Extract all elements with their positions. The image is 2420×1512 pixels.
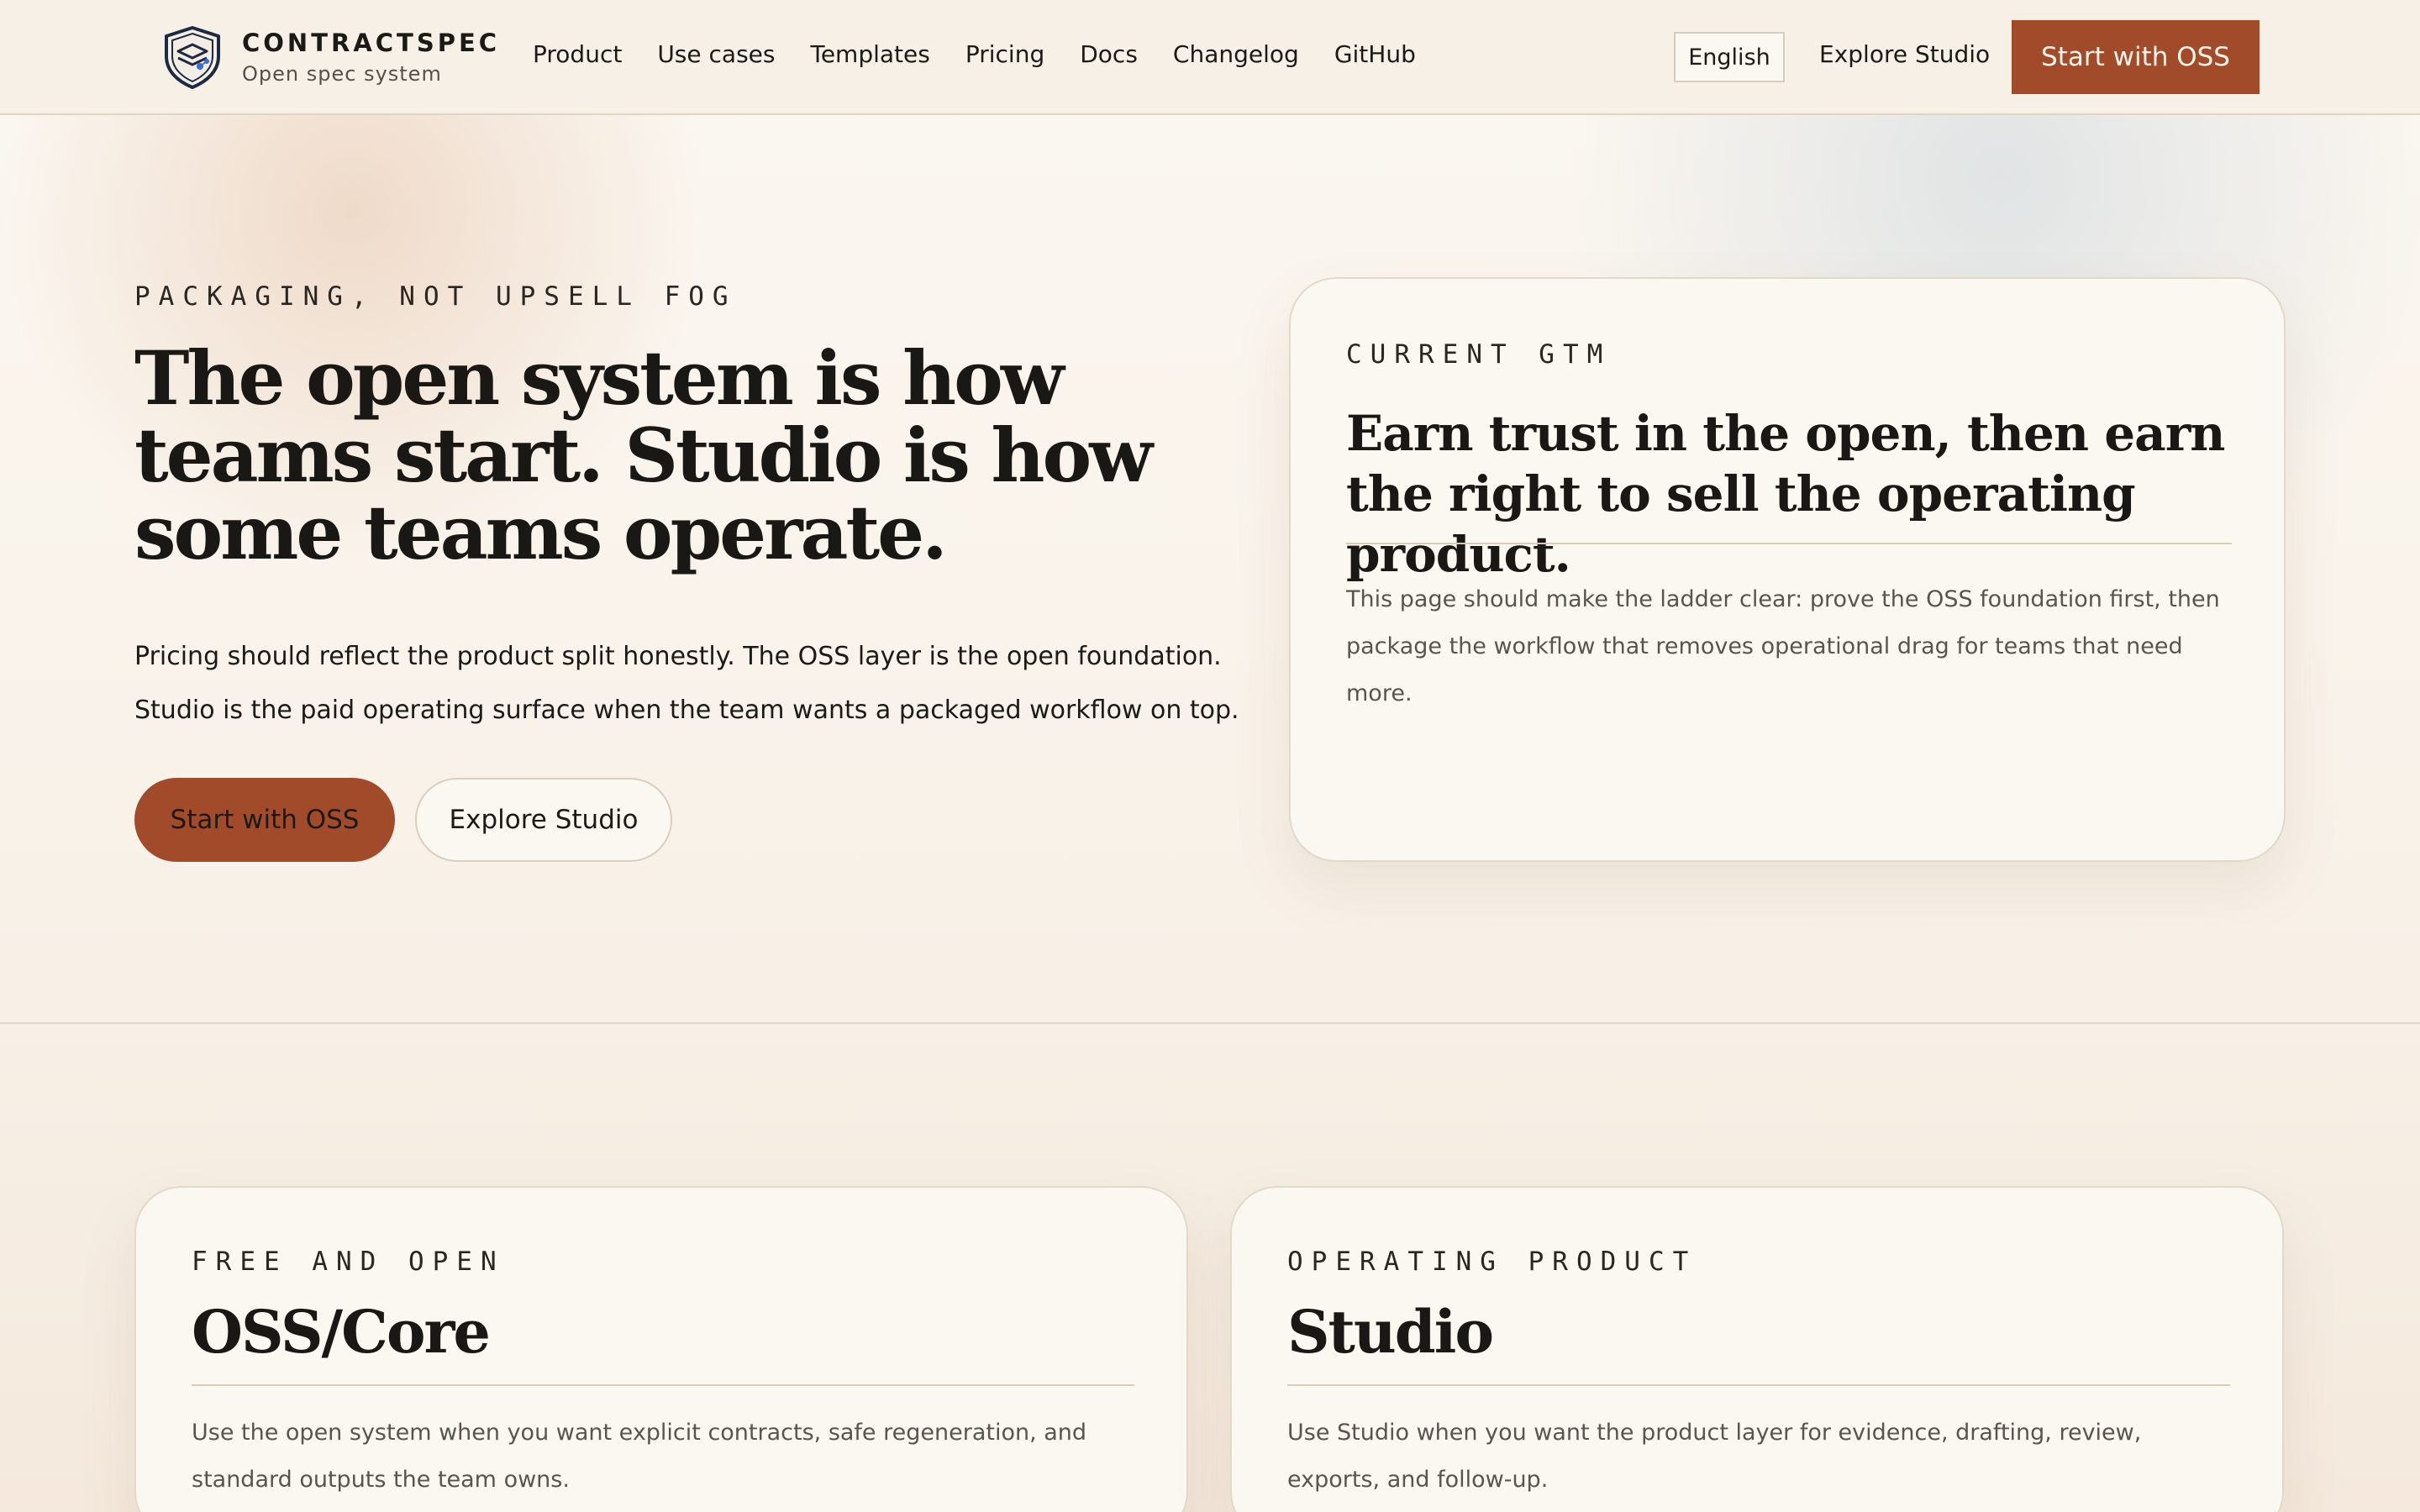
nav-item-changelog[interactable]: Changelog [1173,40,1299,68]
brand-text: CONTRACTSPEC Open spec system [242,29,500,86]
gtm-divider [1346,543,2232,544]
hero-body: Pricing should reflect the product split… [134,642,1239,725]
nav-item-templates[interactable]: Templates [810,40,929,68]
tier-body: Use Studio when you want the product lay… [1287,1420,2142,1493]
nav-item-github[interactable]: GitHub [1334,40,1416,68]
nav-item-pricing[interactable]: Pricing [965,40,1044,68]
tier-title: OSS/Core [192,1297,491,1367]
nav-item-use-cases[interactable]: Use cases [657,40,775,68]
nav-item-docs[interactable]: Docs [1080,40,1138,68]
main-nav: Product Use cases Templates Pricing Docs… [533,40,1451,68]
tier-divider [1287,1384,2230,1386]
section-divider [0,1022,2420,1024]
hero-title: The open system is how teams start. Stud… [134,334,1153,576]
tier-card-oss: FREE AND OPEN OSS/Core Use the open syst… [134,1186,1188,1512]
explore-studio-link[interactable]: Explore Studio [1819,40,1990,68]
gtm-card: CURRENT GTM Earn trust in the open, then… [1289,277,2286,862]
brand[interactable]: CONTRACTSPEC Open spec system [160,24,500,91]
nav-item-product[interactable]: Product [533,40,622,68]
site-header: CONTRACTSPEC Open spec system Product Us… [0,0,2420,115]
tier-eyebrow: OPERATING PRODUCT [1287,1247,1697,1277]
tier-eyebrow: FREE AND OPEN [192,1247,505,1277]
gtm-eyebrow: CURRENT GTM [1346,339,1612,370]
start-with-oss-button[interactable]: Start with OSS [134,778,395,862]
tier-card-studio: OPERATING PRODUCT Studio Use Studio when… [1230,1186,2284,1512]
start-with-oss-header-button[interactable]: Start with OSS [2012,20,2260,94]
tier-body: Use the open system when you want explic… [192,1420,1087,1493]
gtm-title: Earn trust in the open, then earn the ri… [1346,405,2225,583]
brand-name: CONTRACTSPEC [242,29,501,57]
hero-eyebrow: PACKAGING, NOT UPSELL FOG [134,281,737,312]
explore-studio-button[interactable]: Explore Studio [415,778,672,862]
language-select[interactable]: English [1674,32,1785,82]
tier-divider [192,1384,1134,1386]
tier-title: Studio [1287,1297,1494,1367]
shield-logo-icon [165,26,220,89]
gtm-body: This page should make the ladder clear: … [1346,586,2220,706]
brand-tagline: Open spec system [242,62,442,86]
